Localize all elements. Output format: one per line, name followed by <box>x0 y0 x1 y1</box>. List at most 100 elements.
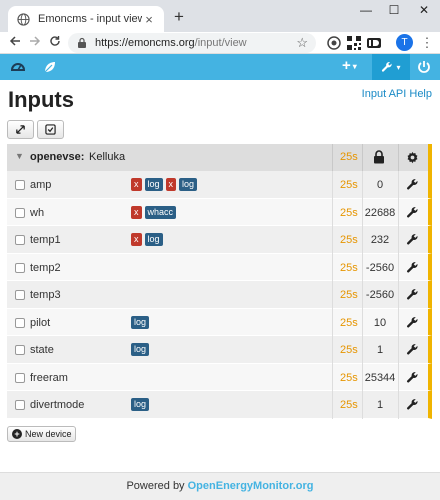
process-list: log <box>131 398 150 411</box>
input-row[interactable]: amp x log x log 25s 0 <box>7 171 432 199</box>
process-badge-x[interactable]: x <box>131 205 142 219</box>
maximize-button[interactable]: ☐ <box>380 0 408 22</box>
iD-extension-icon[interactable] <box>366 35 382 51</box>
row-checkbox[interactable] <box>15 372 25 383</box>
reload-button[interactable] <box>46 34 64 52</box>
gear-icon[interactable] <box>406 151 419 164</box>
inputs-list: amp x log x log 25s 0 wh x whacc 25s 22688 temp1 x log… <box>7 171 432 419</box>
input-value: 25344 <box>364 371 396 384</box>
column-divider <box>332 391 333 419</box>
row-checkbox[interactable] <box>15 400 25 410</box>
row-checkbox[interactable] <box>15 290 25 300</box>
input-row[interactable]: state log 25s 1 <box>7 336 432 364</box>
process-list: x log x log <box>131 178 198 191</box>
column-divider <box>398 171 399 199</box>
input-updated-time: 25s <box>340 261 358 274</box>
process-badge-log[interactable]: log <box>179 178 198 191</box>
back-arrow-icon <box>9 36 20 46</box>
process-badge-whacc[interactable]: whacc <box>144 205 177 219</box>
column-divider <box>332 363 333 391</box>
device-header-row[interactable]: ▼ openevse: Kelluka 25s <box>7 144 432 171</box>
qr-code-icon[interactable] <box>346 35 362 51</box>
dashboard-gauge-icon[interactable] <box>10 59 26 75</box>
column-divider <box>332 253 333 281</box>
wrench-icon[interactable] <box>406 178 419 191</box>
select-all-button[interactable] <box>37 120 64 139</box>
input-row[interactable]: pilot log 25s 10 <box>7 308 432 336</box>
process-badge-log[interactable]: log <box>131 343 150 356</box>
process-badge-log[interactable]: log <box>144 233 163 246</box>
input-name: temp1 <box>30 234 61 246</box>
power-icon[interactable] <box>416 59 432 75</box>
browser-tabstrip: Emoncms - input view × + — ☐ ✕ <box>0 0 440 32</box>
process-badge-x[interactable]: x <box>131 233 142 246</box>
forward-button[interactable] <box>26 34 44 52</box>
url-host: https://emoncms.org <box>95 37 195 49</box>
profile-avatar[interactable]: T <box>396 34 413 51</box>
input-row[interactable]: temp2 25s -2560 <box>7 253 432 281</box>
process-badge-log[interactable]: log <box>144 178 163 191</box>
row-checkbox[interactable] <box>15 317 25 328</box>
browser-tab[interactable]: Emoncms - input view × <box>8 6 164 32</box>
row-checkbox[interactable] <box>15 345 25 355</box>
browser-menu-icon[interactable]: ⋮ <box>420 34 434 52</box>
input-value: 22688 <box>364 206 396 219</box>
add-menu-button[interactable]: + ▾ <box>342 57 357 74</box>
new-device-button[interactable]: + New device <box>7 426 76 442</box>
globe-icon <box>16 12 30 26</box>
footer-brand-link[interactable]: OpenEnergyMonitor.org <box>188 480 314 492</box>
input-row[interactable]: temp3 25s -2560 <box>7 281 432 309</box>
process-badge-x[interactable]: x <box>165 178 177 191</box>
input-value: 10 <box>373 316 387 329</box>
input-row[interactable]: temp1 x log 25s 232 <box>7 226 432 254</box>
process-list: x whacc <box>131 205 177 219</box>
tab-close-icon[interactable]: × <box>142 12 156 27</box>
column-divider <box>398 391 399 419</box>
process-badge-x[interactable]: x <box>131 178 142 191</box>
row-checkbox[interactable] <box>15 180 25 190</box>
column-divider <box>332 308 333 336</box>
wrench-icon <box>382 62 393 72</box>
new-tab-button[interactable]: + <box>170 8 188 26</box>
process-badge-log[interactable]: log <box>131 398 150 411</box>
window-close-button[interactable]: ✕ <box>410 0 438 22</box>
bookmark-star-icon[interactable]: ☆ <box>296 35 308 51</box>
row-checkbox[interactable] <box>15 262 25 273</box>
plus-circle-icon: + <box>12 429 22 439</box>
row-checkbox[interactable] <box>15 235 25 245</box>
wrench-icon[interactable] <box>406 398 419 411</box>
setup-menu-button[interactable]: ▾ <box>372 54 410 80</box>
input-value: 1 <box>376 344 384 356</box>
extension-circle-icon[interactable] <box>326 35 342 51</box>
row-checkbox[interactable] <box>15 207 25 218</box>
input-updated-time: 25s <box>340 289 358 301</box>
wrench-icon[interactable] <box>406 233 419 246</box>
footer-prefix: Powered by <box>126 480 185 492</box>
wrench-icon[interactable] <box>406 206 419 219</box>
leaf-icon[interactable] <box>42 59 58 75</box>
input-row[interactable]: divertmode log 25s 1 <box>7 391 432 419</box>
forward-arrow-icon <box>30 36 41 46</box>
input-row[interactable]: freeram 25s 25344 <box>7 363 432 391</box>
input-name: temp3 <box>30 289 61 301</box>
process-badge-log[interactable]: log <box>131 315 150 329</box>
wrench-icon[interactable] <box>406 343 419 356</box>
toggle-collapse-button[interactable] <box>7 120 34 139</box>
input-name: freeram <box>30 371 68 384</box>
expand-arrows-icon <box>16 125 25 134</box>
wrench-icon[interactable] <box>406 261 419 274</box>
column-divider <box>362 144 363 171</box>
input-row[interactable]: wh x whacc 25s 22688 <box>7 198 432 226</box>
page-title: Inputs <box>8 87 74 112</box>
input-updated-time: 25s <box>340 371 358 384</box>
wrench-icon[interactable] <box>406 316 419 329</box>
wrench-icon[interactable] <box>406 371 419 384</box>
wrench-icon[interactable] <box>406 288 419 301</box>
back-button[interactable] <box>6 34 24 52</box>
chevron-down-icon[interactable]: ▼ <box>15 151 24 161</box>
input-api-help-link[interactable]: Input API Help <box>362 88 432 100</box>
minimize-button[interactable]: — <box>352 0 380 22</box>
address-bar[interactable]: https://emoncms.org/input/view ☆ <box>68 33 316 53</box>
process-list: log <box>131 343 150 356</box>
input-updated-time: 25s <box>340 344 358 356</box>
